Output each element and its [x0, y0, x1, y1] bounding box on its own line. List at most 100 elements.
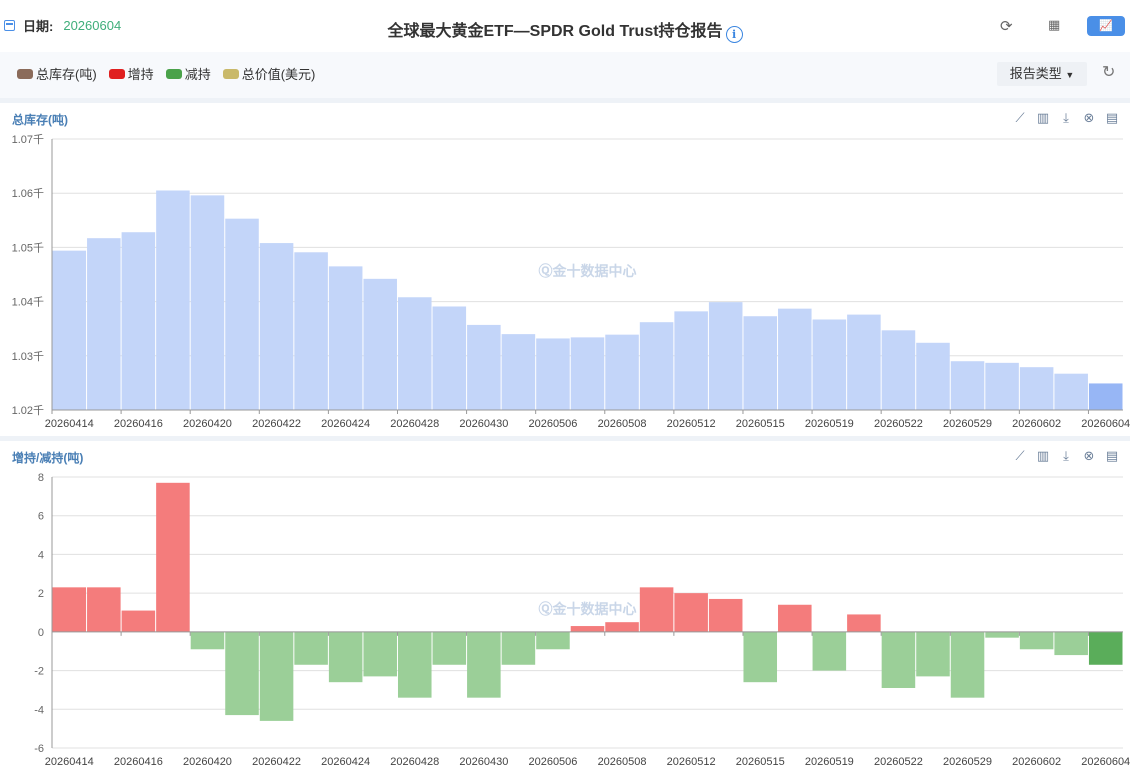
legend-bar: 总库存(吨) 增持 减持 总价值(美元) 报告类型 ▼ ↻ — [0, 52, 1130, 98]
bar[interactable] — [812, 319, 847, 410]
bar[interactable] — [1054, 373, 1088, 410]
bar[interactable] — [570, 337, 605, 410]
bar[interactable] — [432, 306, 467, 410]
legend-swatch — [108, 68, 125, 79]
bar[interactable] — [639, 322, 674, 410]
bar[interactable] — [743, 631, 778, 683]
bar[interactable] — [778, 604, 812, 632]
bar[interactable] — [190, 631, 225, 650]
bar[interactable] — [156, 482, 190, 632]
bar[interactable] — [259, 243, 294, 410]
bar[interactable] — [985, 631, 1019, 638]
y-tick-label: 0 — [38, 627, 44, 639]
top-bar: 日期: 20260604 全球最大黄金ETF—SPDR Gold Trust持仓… — [0, 0, 1130, 52]
bar[interactable] — [1088, 383, 1123, 410]
bar[interactable] — [708, 302, 743, 410]
bar[interactable] — [570, 626, 605, 632]
bar[interactable] — [881, 631, 916, 688]
x-tick-label: 20260506 — [528, 418, 577, 430]
watermark: Ⓠ金十数据中心 — [539, 601, 637, 617]
x-tick-label: 20260515 — [736, 418, 785, 430]
bar[interactable] — [847, 314, 881, 410]
x-tick-label: 20260508 — [598, 418, 647, 430]
bar[interactable] — [156, 190, 190, 410]
bar[interactable] — [778, 308, 812, 410]
bar[interactable] — [294, 631, 328, 665]
x-tick-label: 20260602 — [1012, 418, 1061, 430]
reload-icon[interactable]: ↻ — [1102, 62, 1115, 82]
bar[interactable] — [363, 278, 397, 410]
bar[interactable] — [467, 631, 501, 698]
bar[interactable] — [225, 218, 259, 410]
bar[interactable] — [950, 361, 985, 410]
bar[interactable] — [363, 631, 397, 677]
x-tick-label: 20260414 — [45, 418, 94, 430]
bar[interactable] — [432, 631, 467, 665]
bar[interactable] — [916, 631, 950, 677]
bar[interactable] — [1054, 631, 1088, 656]
refresh-icon[interactable]: ⟳ — [1000, 17, 1013, 35]
bar[interactable] — [190, 195, 225, 410]
x-tick-label: 20260424 — [321, 418, 370, 430]
bar[interactable] — [881, 330, 916, 410]
bar[interactable] — [536, 338, 570, 410]
bar[interactable] — [225, 631, 259, 716]
bar[interactable] — [847, 614, 881, 632]
bar[interactable] — [501, 631, 536, 665]
report-type-dropdown[interactable]: 报告类型 ▼ — [997, 62, 1087, 86]
bar[interactable] — [639, 587, 674, 632]
bar[interactable] — [916, 342, 950, 410]
x-tick-label: 20260424 — [321, 756, 370, 768]
grid-icon[interactable]: ▦ — [1048, 17, 1060, 33]
bar[interactable] — [259, 631, 294, 721]
legend-item[interactable]: 减持 — [165, 64, 211, 83]
y-tick-label: -6 — [34, 743, 44, 755]
bar[interactable] — [708, 598, 743, 632]
bar[interactable] — [605, 622, 639, 632]
bar[interactable] — [328, 266, 363, 410]
bar[interactable] — [52, 587, 87, 632]
bar[interactable] — [294, 252, 328, 410]
y-tick-label: 4 — [38, 549, 44, 561]
y-tick-label: 6 — [38, 511, 44, 523]
bar[interactable] — [87, 238, 121, 410]
bar[interactable] — [87, 587, 121, 632]
legend-label: 增持 — [127, 67, 154, 82]
info-icon[interactable]: i — [725, 26, 743, 43]
bar[interactable] — [950, 631, 985, 698]
y-tick-label: 1.05千 — [12, 241, 44, 254]
bar[interactable] — [501, 334, 536, 410]
y-tick-label: 1.07千 — [12, 133, 44, 146]
x-tick-label: 20260428 — [390, 418, 439, 430]
chart-icon[interactable]: 📈 — [1087, 16, 1125, 36]
bar[interactable] — [743, 316, 778, 410]
bar[interactable] — [1088, 631, 1123, 665]
bar[interactable] — [674, 593, 708, 632]
bar[interactable] — [397, 297, 432, 410]
legend-item[interactable]: 总库存(吨) — [17, 64, 97, 83]
bar[interactable] — [397, 631, 432, 698]
bar[interactable] — [605, 334, 639, 410]
bar[interactable] — [467, 324, 501, 410]
x-tick-label: 20260515 — [736, 756, 785, 768]
y-tick-label: -2 — [34, 666, 44, 678]
x-tick-label: 20260519 — [805, 418, 854, 430]
x-tick-label: 20260512 — [667, 418, 716, 430]
bar[interactable] — [1019, 631, 1054, 650]
x-tick-label: 20260604 — [1081, 418, 1130, 430]
x-tick-label: 20260416 — [114, 418, 163, 430]
bar[interactable] — [328, 631, 363, 683]
bar[interactable] — [674, 311, 708, 410]
bar[interactable] — [985, 362, 1019, 410]
legend-item[interactable]: 增持 — [108, 64, 154, 83]
bar[interactable] — [1019, 367, 1054, 410]
bar[interactable] — [121, 232, 156, 410]
x-tick-label: 20260529 — [943, 756, 992, 768]
bar[interactable] — [812, 631, 847, 671]
legend-item[interactable]: 总价值(美元) — [222, 64, 315, 83]
y-tick-label: 1.06千 — [12, 187, 44, 200]
bar[interactable] — [52, 250, 87, 410]
legend-swatch — [165, 68, 182, 79]
bar[interactable] — [536, 631, 570, 650]
bar[interactable] — [121, 610, 156, 632]
